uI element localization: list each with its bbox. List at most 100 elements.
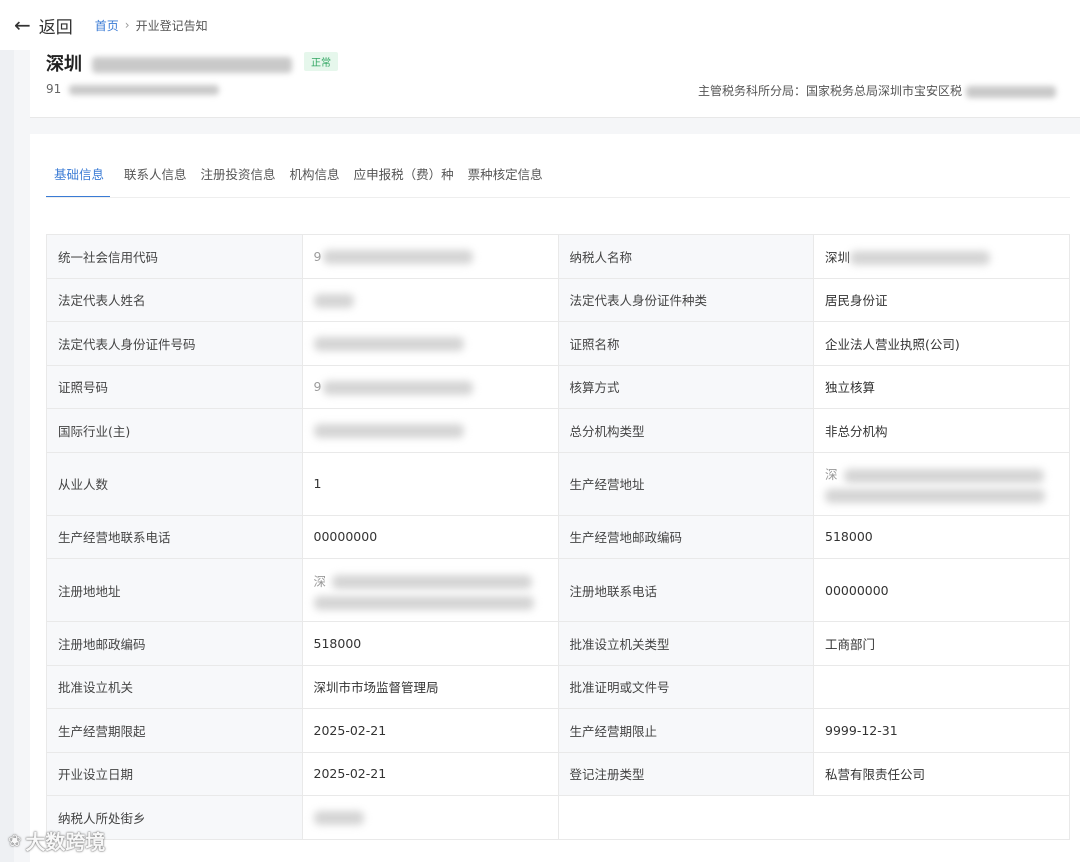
- tax-office-label: 主管税务科所分局：国家税务总局深圳市宝安区税: [698, 84, 963, 98]
- masked-value: [313, 424, 464, 438]
- tax-office-masked: [965, 85, 1056, 98]
- field-value: 9: [301, 364, 559, 409]
- tab-invoice-types[interactable]: 票种核定信息: [468, 164, 543, 198]
- table-row: 批准设立机关 深圳市市场监督管理局 批准证明或文件号: [46, 664, 1070, 709]
- field-value: 深圳: [813, 234, 1070, 279]
- table-row: 开业设立日期 2025-02-21 登记注册类型 私营有限责任公司: [46, 751, 1070, 796]
- field-label: 生产经营地联系电话: [46, 514, 303, 559]
- field-value: 2025-02-21: [301, 751, 559, 796]
- main-card: 基础信息 联系人信息 注册投资信息 机构信息 应申报税（费）种 票种核定信息 统…: [30, 134, 1080, 862]
- tab-registered-investment[interactable]: 注册投资信息: [201, 164, 276, 198]
- field-label: 登记注册类型: [557, 751, 815, 796]
- table-row: 生产经营地联系电话 00000000 生产经营地邮政编码 518000: [46, 514, 1070, 559]
- field-value: 深圳市市场监督管理局: [301, 664, 559, 709]
- field-value: 独立核算: [813, 364, 1070, 409]
- field-label: 开业设立日期: [46, 751, 303, 796]
- credit-code-prefix: 91: [46, 82, 62, 96]
- company-name-prefix: 深圳: [46, 54, 82, 75]
- watermark: ❀ 大数跨境: [8, 826, 105, 855]
- field-label: 证照号码: [46, 364, 303, 409]
- field-value: 企业法人营业执照(公司): [813, 321, 1070, 366]
- field-label: 统一社会信用代码: [46, 234, 303, 279]
- field-label: 注册地地址: [46, 558, 303, 622]
- arrow-left-icon: ←: [14, 13, 31, 37]
- credit-code-masked: [69, 84, 220, 95]
- field-value: [301, 408, 559, 453]
- field-label: 法定代表人身份证件号码: [46, 321, 303, 366]
- back-label: 返回: [38, 17, 73, 38]
- field-label: 法定代表人身份证件种类: [557, 277, 815, 322]
- back-button[interactable]: ← 返回: [14, 13, 73, 38]
- field-value: 9999-12-31: [813, 708, 1070, 753]
- watermark-text: 大数跨境: [25, 830, 106, 854]
- status-badge: 正常: [304, 52, 338, 71]
- field-value: 深: [301, 558, 559, 622]
- masked-value: [323, 380, 474, 395]
- masked-value: [313, 595, 534, 610]
- company-name: 深圳: [46, 50, 293, 76]
- breadcrumb-current: 开业登记告知: [135, 18, 208, 33]
- tax-office: 主管税务科所分局：国家税务总局深圳市宝安区税: [698, 82, 1056, 99]
- field-label: 核算方式: [557, 364, 815, 409]
- table-row: 生产经营期限起 2025-02-21 生产经营期限止 9999-12-31: [46, 708, 1070, 753]
- masked-value: [850, 251, 991, 266]
- tab-basic-info[interactable]: 基础信息: [46, 164, 111, 198]
- field-value: 518000: [301, 621, 559, 666]
- tab-contacts[interactable]: 联系人信息: [124, 164, 187, 198]
- table-row: 从业人数 1 生产经营地址 深: [46, 451, 1070, 516]
- field-label: 纳税人名称: [557, 234, 815, 279]
- table-row: 纳税人所处街乡: [46, 795, 1070, 840]
- masked-value: [313, 337, 464, 351]
- table-row: 国际行业(主) 总分机构类型 非总分机构: [46, 408, 1070, 453]
- company-name-masked: [92, 57, 293, 73]
- tab-organization[interactable]: 机构信息: [290, 164, 340, 198]
- empty-cell: [557, 795, 1070, 840]
- field-value: [301, 277, 559, 322]
- masked-value: [843, 468, 1044, 483]
- field-value: 518000: [813, 514, 1070, 559]
- field-value: [301, 795, 559, 840]
- field-value: 00000000: [813, 558, 1070, 622]
- field-value: 深: [813, 451, 1070, 516]
- field-value: 私营有限责任公司: [813, 751, 1070, 796]
- field-value: 9: [301, 234, 559, 279]
- masked-value: [825, 489, 1046, 503]
- field-value: 居民身份证: [813, 277, 1070, 322]
- field-label: 生产经营地邮政编码: [557, 514, 815, 559]
- tab-bar: 基础信息 联系人信息 注册投资信息 机构信息 应申报税（费）种 票种核定信息: [46, 164, 557, 198]
- masked-value: [313, 811, 364, 825]
- breadcrumb-separator: ›: [124, 18, 130, 32]
- table-row: 证照号码 9 核算方式 独立核算: [46, 364, 1070, 409]
- field-label: 生产经营地址: [557, 451, 815, 516]
- field-label: 注册地联系电话: [557, 558, 815, 622]
- left-rail: [0, 50, 14, 862]
- table-row: 法定代表人身份证件号码 证照名称 企业法人营业执照(公司): [46, 321, 1070, 366]
- field-value: [813, 664, 1070, 709]
- field-label: 法定代表人姓名: [46, 277, 303, 322]
- table-row: 法定代表人姓名 法定代表人身份证件种类 居民身份证: [46, 277, 1070, 322]
- tab-taxes-to-declare[interactable]: 应申报税（费）种: [354, 164, 454, 198]
- field-label: 生产经营期限起: [46, 708, 303, 753]
- credit-code: 91: [46, 82, 220, 96]
- field-value: 1: [301, 451, 559, 516]
- masked-value: [332, 575, 533, 589]
- field-value: 工商部门: [813, 621, 1070, 666]
- field-label: 批准证明或文件号: [557, 664, 815, 709]
- field-label: 批准设立机关类型: [557, 621, 815, 666]
- field-label: 生产经营期限止: [557, 708, 815, 753]
- masked-value: [313, 293, 354, 308]
- field-value: [301, 321, 559, 366]
- table-row: 注册地邮政编码 518000 批准设立机关类型 工商部门: [46, 621, 1070, 666]
- tab-divider: [46, 197, 1070, 198]
- breadcrumb: 首页 › 开业登记告知: [95, 17, 208, 34]
- field-label: 批准设立机关: [46, 664, 303, 709]
- watermark-logo-icon: ❀: [8, 831, 22, 850]
- field-label: 从业人数: [46, 451, 303, 516]
- company-summary-card: 深圳 正常 91 主管税务科所分局：国家税务总局深圳市宝安区税: [30, 42, 1080, 118]
- field-value: 00000000: [301, 514, 559, 559]
- table-row: 统一社会信用代码 9 纳税人名称 深圳: [46, 234, 1070, 279]
- field-label: 证照名称: [557, 321, 815, 366]
- field-value: 非总分机构: [813, 408, 1070, 453]
- basic-info-table: 统一社会信用代码 9 纳税人名称 深圳 法定代表人姓名 法定代表人身份证件种类 …: [46, 234, 1070, 840]
- breadcrumb-home-link[interactable]: 首页: [95, 17, 119, 34]
